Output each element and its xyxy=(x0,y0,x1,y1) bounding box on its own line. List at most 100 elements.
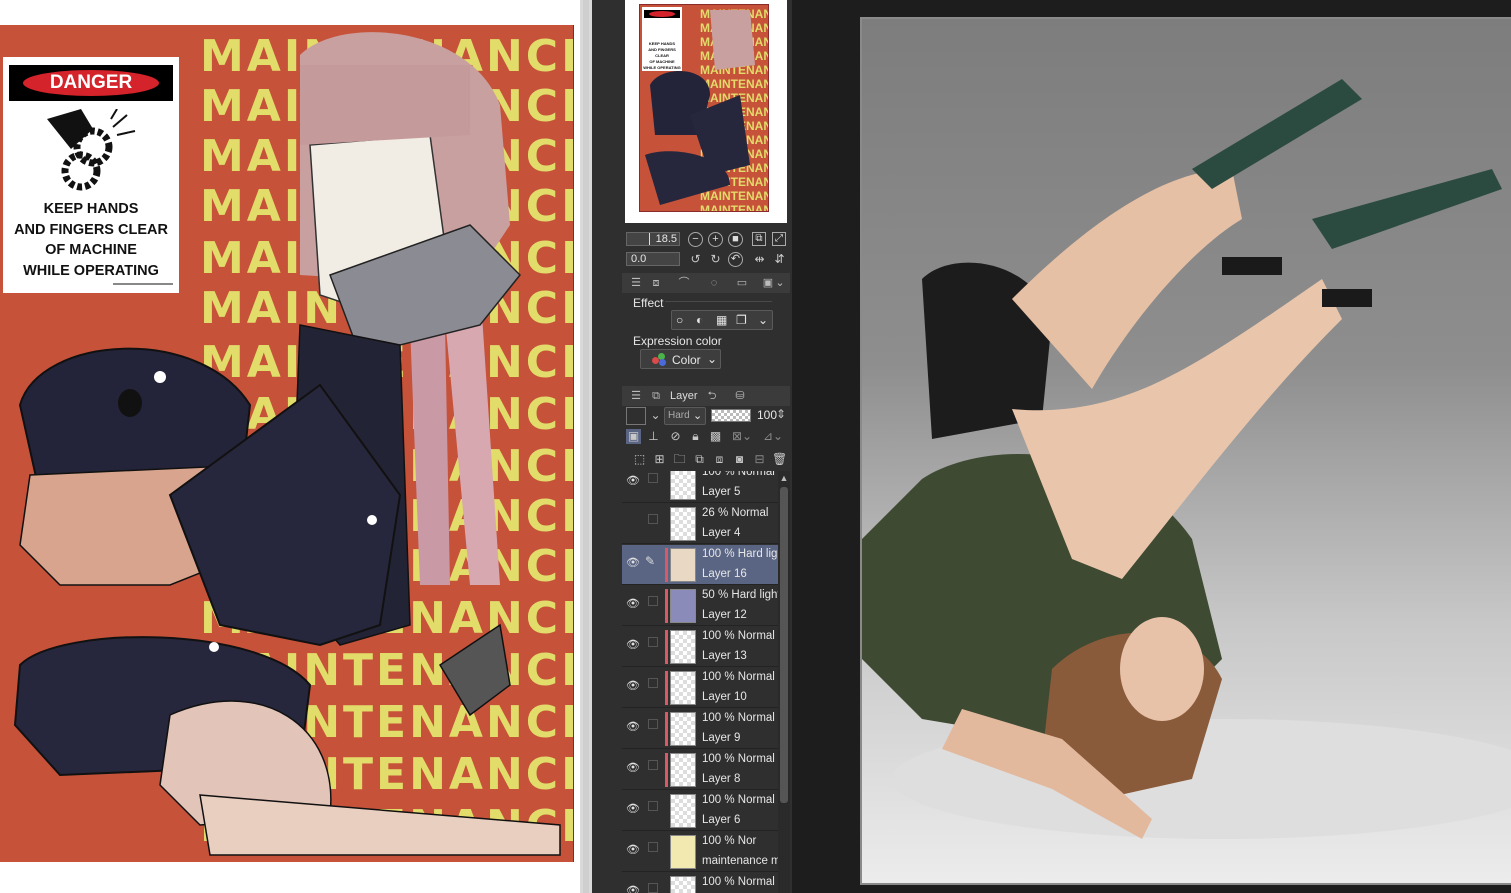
rotate-slider[interactable]: 0.0 xyxy=(626,252,680,266)
illustration-canvas[interactable]: MAINTENANCEMAINTENANCEMAINTENANCEMAINTEN… xyxy=(0,0,580,893)
layer-row[interactable]: 👁︎ 100 % Normal Layer 13 xyxy=(622,627,778,667)
zoom-out-button[interactable]: − xyxy=(688,232,703,247)
eye-icon[interactable]: 👁︎ xyxy=(625,557,641,569)
mask-enable-icon[interactable]: ⊠⌄ xyxy=(730,429,754,444)
scrollbar-thumb[interactable] xyxy=(780,487,788,803)
layer-tab-icon[interactable]: ⧉ xyxy=(644,388,668,404)
lock-toggle[interactable] xyxy=(648,678,658,688)
opacity-slider[interactable] xyxy=(711,409,751,422)
panel-expand-icon[interactable]: ⌄ xyxy=(772,275,788,291)
eye-icon[interactable]: 👁︎ xyxy=(625,844,641,856)
chevron-down-icon: ⌄ xyxy=(693,410,703,422)
apply-mask-icon[interactable]: ⊟ xyxy=(752,452,767,467)
new-folder-icon[interactable]: 🗀︎ xyxy=(672,452,687,467)
lock-toggle[interactable] xyxy=(648,842,658,852)
effect-dropdown-icon[interactable]: ⌄ xyxy=(758,313,768,327)
delete-layer-icon[interactable]: 🗑︎ xyxy=(772,452,787,467)
lock-icon[interactable]: 🔒︎ xyxy=(688,429,703,444)
new-vector-layer-icon[interactable]: ⊞ xyxy=(652,452,667,467)
effect-buttons[interactable]: ○ ◐ ▦ ❐ ⌄ xyxy=(671,310,773,330)
layer-name: Layer 9 xyxy=(702,732,741,744)
reset-rotation-button[interactable]: ↶ xyxy=(728,252,743,267)
eye-icon[interactable]: 👁︎ xyxy=(625,639,641,651)
eye-icon[interactable]: 👁︎ xyxy=(625,803,641,815)
zoom-slider[interactable]: 18.5 xyxy=(626,232,680,246)
layer-row[interactable]: 👁︎ 100 % Normal Layer 10 xyxy=(622,668,778,708)
layer-name: Layer 10 xyxy=(702,691,747,703)
brush-shape-tab-icon[interactable]: ◌ xyxy=(702,275,726,291)
ruler-show-icon[interactable]: ⊿⌄ xyxy=(760,429,786,444)
layer-list[interactable]: 👁︎ 100 % Normal Layer 5 26 % Normal Layer 4 👁… xyxy=(622,471,778,893)
flip-horizontal-icon[interactable]: ⇹ xyxy=(752,252,767,267)
layer-list-scrollbar[interactable]: ▲ xyxy=(778,471,790,893)
layer-row[interactable]: 👁︎ 50 % Hard light Layer 12 xyxy=(622,586,778,626)
tool-property-tab-icon[interactable]: ⧈ xyxy=(644,275,668,291)
reference-photo[interactable] xyxy=(862,19,1511,883)
layer-row[interactable]: 👁︎ 100 % Nor maintenance mainte xyxy=(622,832,778,872)
layer-mask-icon[interactable]: ◙ xyxy=(732,452,747,467)
layer-row[interactable]: 26 % Normal Layer 4 xyxy=(622,504,778,544)
navigator-panel[interactable]: MAINTENANCEMAINTENANCEMAINTENANCEMAINTEN… xyxy=(622,0,790,228)
layer-row[interactable]: 👁︎ ✎ 100 % Hard light Layer 16 xyxy=(622,545,778,585)
eye-icon[interactable]: 👁︎ xyxy=(625,475,641,487)
lock-toggle[interactable] xyxy=(648,473,658,483)
zoom-in-button[interactable]: + xyxy=(708,232,723,247)
eye-hidden-icon[interactable] xyxy=(625,516,641,528)
chevron-down-icon[interactable]: ⌄ xyxy=(648,408,663,423)
rotate-left-icon[interactable]: ↺ xyxy=(688,252,703,267)
lock-toggle[interactable] xyxy=(648,514,658,524)
flip-vertical-icon[interactable]: ⇵ xyxy=(772,252,787,267)
lock-toggle[interactable] xyxy=(648,760,658,770)
eye-icon[interactable]: 👁︎ xyxy=(625,762,641,774)
clip-layer-icon[interactable]: ⊥ xyxy=(646,429,661,444)
rotate-right-icon[interactable]: ↻ xyxy=(708,252,723,267)
draft-layer-icon[interactable]: ⊘ xyxy=(668,429,683,444)
canvas-scrollbar[interactable] xyxy=(583,0,589,893)
layer-color-marker xyxy=(665,671,668,705)
lock-toggle[interactable] xyxy=(648,719,658,729)
extract-line-icon[interactable]: ◐ xyxy=(696,313,703,327)
fit-window-button[interactable]: ⧉ xyxy=(752,232,766,246)
lock-toggle[interactable] xyxy=(648,637,658,647)
layer-tab-label[interactable]: Layer xyxy=(670,390,698,402)
layer-thumbnail xyxy=(670,507,696,541)
warning-line: KEEP HANDS xyxy=(43,201,139,217)
reference-layer-icon[interactable]: ▣ xyxy=(626,429,641,444)
fit-navigator-button[interactable]: ⤢ xyxy=(772,232,786,246)
eye-icon[interactable]: 👁︎ xyxy=(625,598,641,610)
layer-row[interactable]: 👁︎ 100 % Normal Layer 6 xyxy=(622,791,778,831)
layer-thumbnail xyxy=(670,589,696,623)
layer-color-icon[interactable]: ❐ xyxy=(736,313,747,327)
lock-transparency-icon[interactable]: ▩ xyxy=(708,429,723,444)
copy-layer-icon[interactable]: ⧉ xyxy=(692,452,707,467)
expression-color-dropdown[interactable]: Color ⌄ xyxy=(640,349,721,369)
eye-icon[interactable]: 👁︎ xyxy=(625,885,641,893)
blend-mode-dropdown[interactable]: Hard ⌄ xyxy=(664,407,706,425)
eye-icon[interactable]: 👁︎ xyxy=(625,680,641,692)
opacity-spin-icon[interactable]: ⇕ xyxy=(775,407,787,422)
auto-action-tab-icon[interactable]: ⛁ xyxy=(728,388,752,404)
scroll-up-icon[interactable]: ▲ xyxy=(779,473,789,483)
new-raster-layer-icon[interactable]: ⬚ xyxy=(632,452,647,467)
border-effect-icon[interactable]: ○ xyxy=(676,313,683,327)
zoom-value: 18.5 xyxy=(655,233,677,245)
lock-toggle[interactable] xyxy=(648,883,658,893)
sub-tool-detail-tab-icon[interactable]: ▭ xyxy=(730,275,754,291)
danger-warning-text: KEEP HANDS AND FINGERS CLEAR OF MACHINE … xyxy=(3,199,179,281)
merge-down-icon[interactable]: ⧈ xyxy=(712,452,727,467)
layer-color-swatch[interactable] xyxy=(626,407,646,425)
lock-toggle[interactable] xyxy=(648,801,658,811)
layer-row[interactable]: 👁︎ 100 % Normal Layer 5 xyxy=(622,471,778,503)
layer-thumbnail xyxy=(670,548,696,582)
lock-toggle[interactable] xyxy=(648,596,658,606)
layer-row[interactable]: 👁︎ 100 % Normal Layer 8 xyxy=(622,750,778,790)
actual-size-button[interactable]: ■ xyxy=(728,232,743,247)
tone-effect-icon[interactable]: ▦ xyxy=(716,313,727,327)
history-tab-icon[interactable]: ⮌ xyxy=(700,388,724,404)
layer-mode-label: 50 % Hard light xyxy=(702,589,778,601)
layer-row[interactable]: 👁︎ 100 % Normal xyxy=(622,873,778,893)
eye-icon[interactable]: 👁︎ xyxy=(625,721,641,733)
sub-tool-tab-icon[interactable]: ⌒ xyxy=(672,275,696,291)
layer-row[interactable]: 👁︎ 100 % Normal Layer 9 xyxy=(622,709,778,749)
navigator-preview[interactable]: MAINTENANCEMAINTENANCEMAINTENANCEMAINTEN… xyxy=(625,0,787,223)
